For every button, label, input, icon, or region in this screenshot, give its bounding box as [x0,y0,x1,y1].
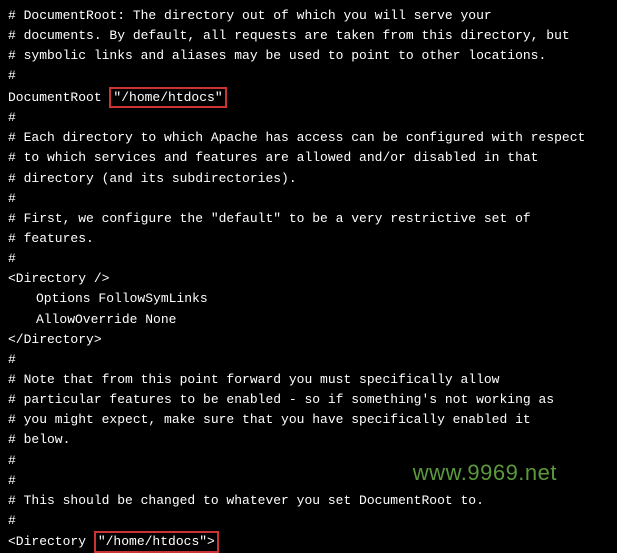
comment-line: # [8,189,609,209]
comment-line: # [8,350,609,370]
directory-close-tag: </Directory> [8,330,609,350]
comment-line: # documents. By default, all requests ar… [8,26,609,46]
comment-line: # First, we configure the "default" to b… [8,209,609,229]
directory-open-tag: <Directory "/home/htdocs"> [8,531,609,553]
comment-line: # features. [8,229,609,249]
documentroot-directive: DocumentRoot "/home/htdocs" [8,87,609,109]
comment-line: # [8,66,609,86]
comment-line: # particular features to be enabled - so… [8,390,609,410]
directory-path-highlight: "/home/htdocs"> [94,531,219,553]
directory-open-tag: <Directory /> [8,269,609,289]
comment-line: # symbolic links and aliases may be used… [8,46,609,66]
comment-line: # [8,511,609,531]
directive-key: DocumentRoot [8,90,109,105]
comment-line: # you might expect, make sure that you h… [8,410,609,430]
comment-line: # Note that from this point forward you … [8,370,609,390]
comment-line: # to which services and features are all… [8,148,609,168]
comment-line: # [8,249,609,269]
documentroot-path-highlight: "/home/htdocs" [109,87,226,109]
comment-line: # This should be changed to whatever you… [8,491,609,511]
directive-key: <Directory [8,534,94,549]
comment-line: # DocumentRoot: The directory out of whi… [8,6,609,26]
comment-line: # below. [8,430,609,450]
allowoverride-directive: AllowOverride None [8,310,609,330]
comment-line: # [8,108,609,128]
options-directive: Options FollowSymLinks [8,289,609,309]
watermark-text: www.9969.net [413,456,557,490]
comment-line: # Each directory to which Apache has acc… [8,128,609,148]
comment-line: # directory (and its subdirectories). [8,169,609,189]
